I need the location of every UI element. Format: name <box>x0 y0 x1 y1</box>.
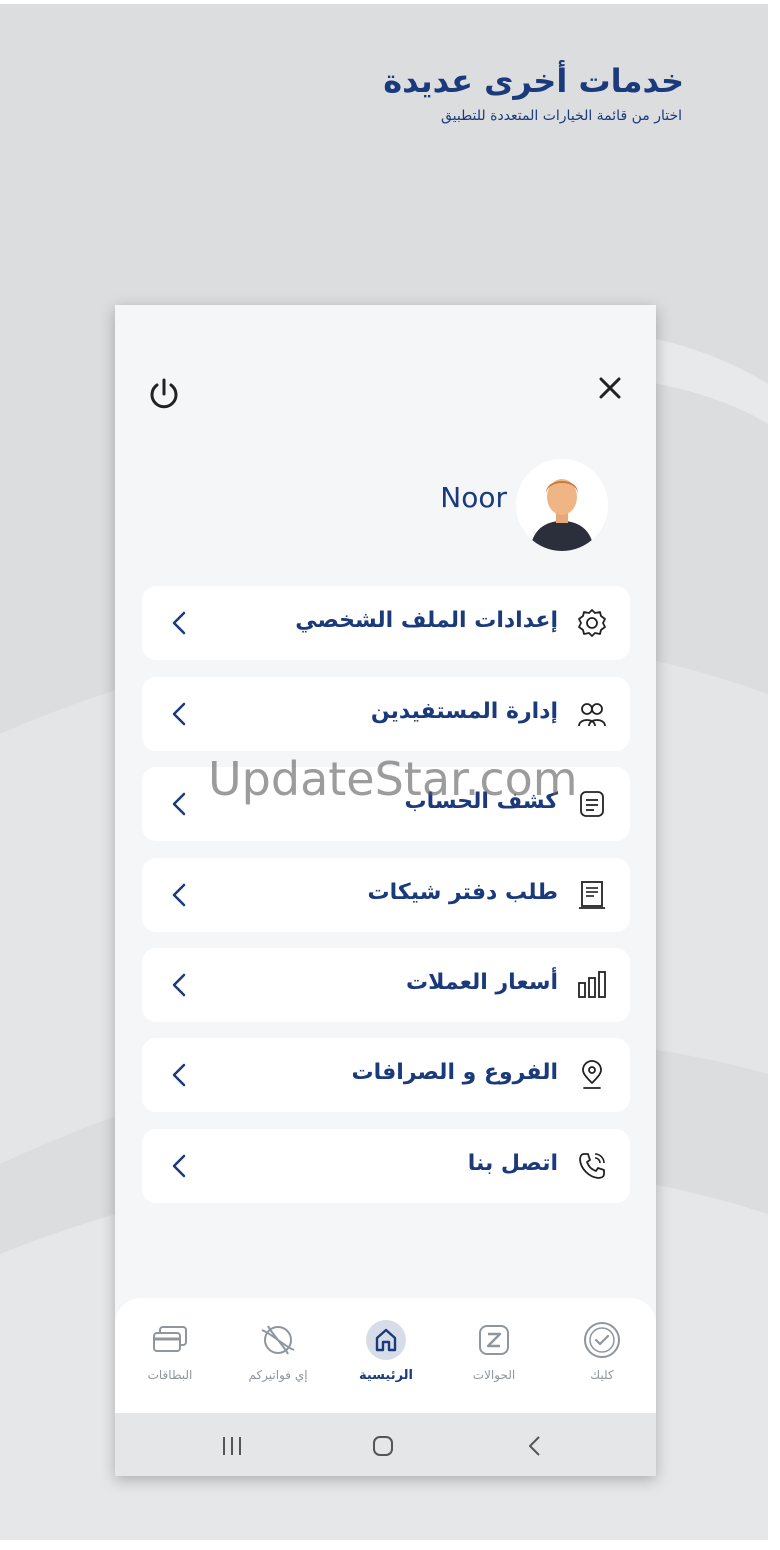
chevron-left-icon <box>172 702 186 726</box>
watermark: UpdateStar.com <box>208 752 578 806</box>
bottom-navigation: البطاقات إي فواتيركم الرئيسية الحوالات ك… <box>115 1298 656 1413</box>
globe-bill-icon <box>261 1325 295 1355</box>
system-home-icon[interactable] <box>369 1433 397 1459</box>
chevron-left-icon <box>172 792 186 816</box>
menu-item-profile-settings[interactable]: إعدادات الملف الشخصي <box>142 586 630 660</box>
avatar[interactable] <box>516 459 608 551</box>
nav-item-transfers[interactable]: الحوالات <box>444 1310 544 1390</box>
nav-label: الحوالات <box>472 1368 516 1382</box>
transfer-icon <box>479 1325 509 1355</box>
promo-title: خدمات أخرى عديدة <box>383 62 684 100</box>
chevron-left-icon <box>172 973 186 997</box>
system-navigation-bar <box>115 1413 656 1476</box>
menu-item-label: إعدادات الملف الشخصي <box>295 608 558 633</box>
recents-icon[interactable] <box>218 1433 246 1459</box>
close-icon[interactable] <box>593 371 627 405</box>
users-icon <box>578 703 606 727</box>
nav-label: إي فواتيركم <box>248 1368 308 1382</box>
menu-item-label: طلب دفتر شيكات <box>367 880 558 905</box>
chevron-left-icon <box>172 1154 186 1178</box>
user-avatar-icon <box>516 459 608 551</box>
back-icon[interactable] <box>521 1433 549 1459</box>
nav-label: البطاقات <box>147 1368 193 1382</box>
profile-name: Noor <box>440 481 507 514</box>
nav-label: الرئيسية <box>358 1368 414 1383</box>
chevron-left-icon <box>172 1063 186 1087</box>
statement-icon <box>580 791 604 817</box>
power-icon[interactable] <box>145 375 183 413</box>
menu-item-beneficiaries[interactable]: إدارة المستفيدين <box>142 677 630 751</box>
nav-label: كليك <box>590 1368 614 1382</box>
menu-item-contact-us[interactable]: اتصل بنا <box>142 1129 630 1203</box>
promo-subtitle: اختار من قائمة الخيارات المتعددة للتطبيق <box>440 108 682 124</box>
chevron-left-icon <box>172 883 186 907</box>
nav-item-home[interactable]: الرئيسية <box>336 1310 436 1390</box>
home-icon <box>366 1320 406 1360</box>
chevron-left-icon <box>172 611 186 635</box>
card-icon <box>153 1326 187 1352</box>
phone-icon <box>579 1153 605 1179</box>
menu-item-branches-atms[interactable]: الفروع و الصرافات <box>142 1038 630 1112</box>
nav-item-cliq[interactable]: كليك <box>552 1310 652 1390</box>
menu-item-checkbook-request[interactable]: طلب دفتر شيكات <box>142 858 630 932</box>
location-pin-icon <box>582 1060 602 1089</box>
bar-chart-icon <box>578 971 606 998</box>
nav-item-efawateercom[interactable]: إي فواتيركم <box>228 1310 328 1390</box>
app-drawer: Noor إعدادات الملف الشخصي إدارة المستفيد… <box>115 305 656 1476</box>
menu-item-currency-rates[interactable]: أسعار العملات <box>142 948 630 1022</box>
gear-icon <box>578 609 606 637</box>
menu-item-label: الفروع و الصرافات <box>351 1060 559 1085</box>
cliq-icon <box>584 1322 620 1358</box>
nav-item-cards[interactable]: البطاقات <box>120 1310 220 1390</box>
menu-item-label: اتصل بنا <box>467 1151 558 1176</box>
checkbook-icon <box>579 881 605 909</box>
menu-item-label: إدارة المستفيدين <box>370 699 558 724</box>
menu-item-label: أسعار العملات <box>406 970 558 995</box>
